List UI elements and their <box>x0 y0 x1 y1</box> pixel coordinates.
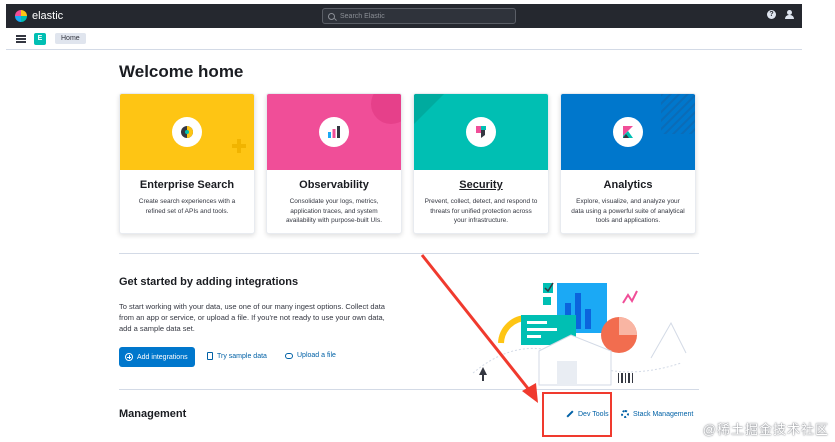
global-search-input[interactable]: Search Elastic <box>322 8 516 24</box>
decorative-plus-shape <box>237 139 241 153</box>
logo-text: elastic <box>32 10 64 22</box>
page-title: Welcome home <box>119 62 244 81</box>
help-icon[interactable]: ? <box>767 10 776 19</box>
integrations-description: To start working with your data, use one… <box>119 302 385 333</box>
card-description: Create search experiences with a refined… <box>138 198 236 215</box>
user-menu-icon[interactable] <box>785 10 794 19</box>
upload-file-label: Upload a file <box>297 352 336 359</box>
gear-icon <box>621 410 629 418</box>
card-description: Consolidate your logs, metrics, applicat… <box>285 198 383 224</box>
document-icon <box>207 352 213 360</box>
stack-management-link[interactable]: Stack Management <box>621 410 693 418</box>
header-actions: ? <box>767 10 794 19</box>
card-enterprise-search[interactable]: Enterprise Search Create search experien… <box>119 93 255 234</box>
card-title[interactable]: Security <box>414 179 548 191</box>
hamburger-menu-icon[interactable] <box>16 34 26 43</box>
elastic-logo[interactable]: elastic <box>15 10 63 22</box>
section-divider <box>119 389 699 390</box>
breadcrumb-bar: E Home <box>6 28 802 50</box>
main-content: Welcome home Enterprise Search Create se… <box>6 51 802 442</box>
upload-icon <box>285 352 293 359</box>
annotation-arrow <box>420 254 538 403</box>
card-banner <box>267 94 401 170</box>
card-banner <box>414 94 548 170</box>
stack-management-label: Stack Management <box>633 410 694 418</box>
watermark: @稀土掘金技术社区 <box>702 422 829 437</box>
decorative-circle <box>371 94 401 124</box>
decorative-stripes <box>661 94 695 134</box>
card-security[interactable]: Security Prevent, collect, detect, and r… <box>413 93 549 234</box>
annotation-highlight-box <box>542 392 612 437</box>
kibana-icon <box>613 117 643 147</box>
space-avatar[interactable]: E <box>34 32 46 45</box>
upload-file-link[interactable]: Upload a file <box>285 352 336 359</box>
card-banner <box>561 94 695 170</box>
card-title: Enterprise Search <box>139 179 235 191</box>
add-integrations-button[interactable]: Add integrations <box>119 347 195 367</box>
plus-circle-icon <box>125 353 133 361</box>
add-integrations-label: Add integrations <box>137 353 188 361</box>
card-title: Analytics <box>603 179 653 191</box>
try-sample-data-link[interactable]: Try sample data <box>207 352 267 360</box>
card-title: Observability <box>299 179 369 191</box>
breadcrumb-home: Home <box>55 33 86 44</box>
search-icon <box>328 12 335 20</box>
card-description: Explore, visualize, and analyze your dat… <box>571 198 685 224</box>
decorative-triangle <box>414 94 444 124</box>
integrations-title: Get started by adding integrations <box>119 276 299 288</box>
card-analytics[interactable]: Analytics Explore, visualize, and analyz… <box>560 93 696 234</box>
try-sample-data-label: Try sample data <box>217 352 267 360</box>
card-observability[interactable]: Observability Consolidate your logs, met… <box>266 93 402 234</box>
management-title: Management <box>119 408 187 420</box>
enterprise-search-icon <box>172 117 202 147</box>
observability-icon <box>319 117 349 147</box>
elastic-logo-icon <box>15 10 27 22</box>
card-banner <box>120 94 254 170</box>
card-description: Prevent, collect, detect, and respond to… <box>424 198 538 224</box>
security-icon <box>466 117 496 147</box>
section-divider <box>119 253 699 254</box>
top-header: elastic Search Elastic ? <box>6 4 802 28</box>
search-placeholder: Search Elastic <box>340 12 385 20</box>
